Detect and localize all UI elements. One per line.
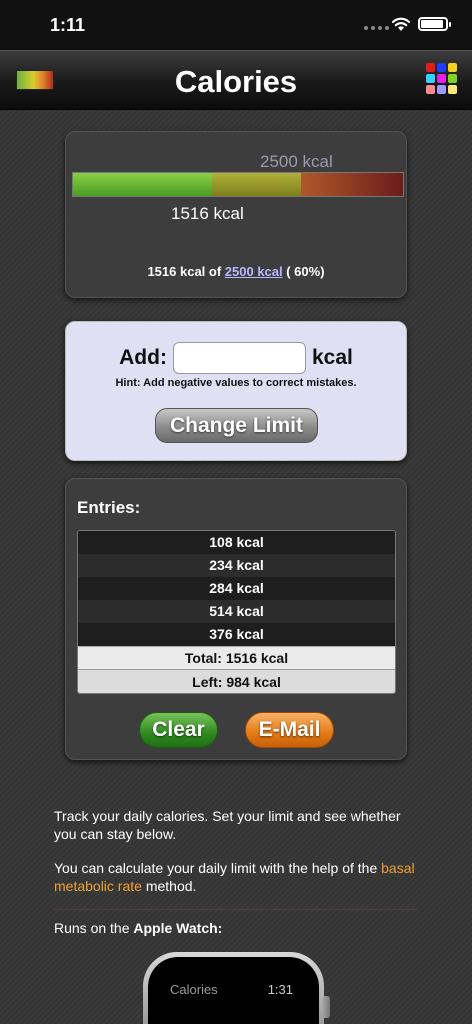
- grid-icon-cell: [426, 85, 435, 94]
- meter-warning-segment: [212, 173, 301, 196]
- watch-line-prefix: Runs on the: [54, 920, 134, 936]
- divider: [54, 909, 418, 910]
- grid-icon-cell: [426, 63, 435, 72]
- summary-line: 1516 kcal of 2500 kcal ( 60%): [66, 264, 406, 279]
- entry-row[interactable]: 284 kcal: [78, 577, 395, 600]
- summary-prefix: 1516 kcal of: [147, 264, 225, 279]
- page-title: Calories: [174, 64, 298, 99]
- watch-crown: [322, 996, 330, 1018]
- status-time: 1:11: [50, 15, 86, 35]
- info-paragraph-2: You can calculate your daily limit with …: [54, 859, 424, 895]
- email-button[interactable]: E-Mail: [245, 712, 334, 748]
- summary-suffix: ( 60%): [282, 264, 325, 279]
- watch-time: 1:31: [267, 982, 293, 997]
- entry-row[interactable]: 234 kcal: [78, 554, 395, 577]
- unit-label: kcal: [311, 346, 353, 369]
- meter-consumed-segment: [73, 173, 212, 196]
- calorie-meter-card: 2500 kcal 1516 kcal 1516 kcal of 2500 kc…: [65, 131, 407, 298]
- limit-label: 2500 kcal: [260, 152, 333, 171]
- meter-over-segment: [301, 173, 403, 196]
- grid-icon-cell: [448, 74, 457, 83]
- info-paragraph-2-suffix: method.: [141, 878, 197, 894]
- navigation-bar: Calories: [0, 50, 472, 110]
- watch-screen: Calories 1:31: [148, 957, 319, 1024]
- wifi-icon: [391, 17, 411, 31]
- info-paragraph-1: Track your daily calories. Set your limi…: [54, 808, 401, 842]
- left-row: Left: 984 kcal: [78, 669, 395, 693]
- apple-watch-image: Calories 1:31: [143, 952, 324, 1024]
- total-row: Total: 1516 kcal: [78, 646, 395, 669]
- app-grid-icon[interactable]: [426, 63, 457, 94]
- grid-icon-cell: [426, 74, 435, 83]
- entries-card: Entries: 108 kcal 234 kcal 284 kcal 514 …: [65, 478, 407, 760]
- hint-text: Hint: Add negative values to correct mis…: [115, 377, 357, 389]
- cellular-signal-icon: [364, 26, 389, 30]
- entries-table: 108 kcal 234 kcal 284 kcal 514 kcal 376 …: [77, 530, 396, 694]
- entry-row[interactable]: 514 kcal: [78, 600, 395, 623]
- add-calories-card: Add: kcal Hint: Add negative values to c…: [65, 321, 407, 461]
- grid-icon-cell: [448, 63, 457, 72]
- battery-icon: [418, 17, 451, 31]
- grid-icon-cell: [437, 85, 446, 94]
- status-bar: 1:11: [0, 0, 472, 50]
- watch-app-title: Calories: [170, 982, 218, 997]
- add-label: Add:: [119, 346, 167, 369]
- entry-row[interactable]: 376 kcal: [78, 623, 395, 646]
- watch-line-bold: Apple Watch:: [133, 920, 223, 936]
- clear-button[interactable]: Clear: [139, 712, 218, 748]
- calorie-meter-bar: [72, 172, 404, 197]
- watch-line: Runs on the Apple Watch:: [54, 920, 222, 936]
- grid-icon-cell: [437, 74, 446, 83]
- add-row: Add: kcal: [66, 342, 406, 374]
- change-limit-button[interactable]: Change Limit: [155, 408, 318, 443]
- limit-link[interactable]: 2500 kcal: [225, 264, 283, 279]
- grid-icon-cell: [437, 63, 446, 72]
- entry-row[interactable]: 108 kcal: [78, 531, 395, 554]
- calorie-input[interactable]: [172, 342, 306, 374]
- grid-icon-cell: [448, 85, 457, 94]
- info-paragraph-2-prefix: You can calculate your daily limit with …: [54, 860, 382, 876]
- entries-title: Entries:: [77, 498, 141, 517]
- consumed-label: 1516 kcal: [171, 204, 244, 223]
